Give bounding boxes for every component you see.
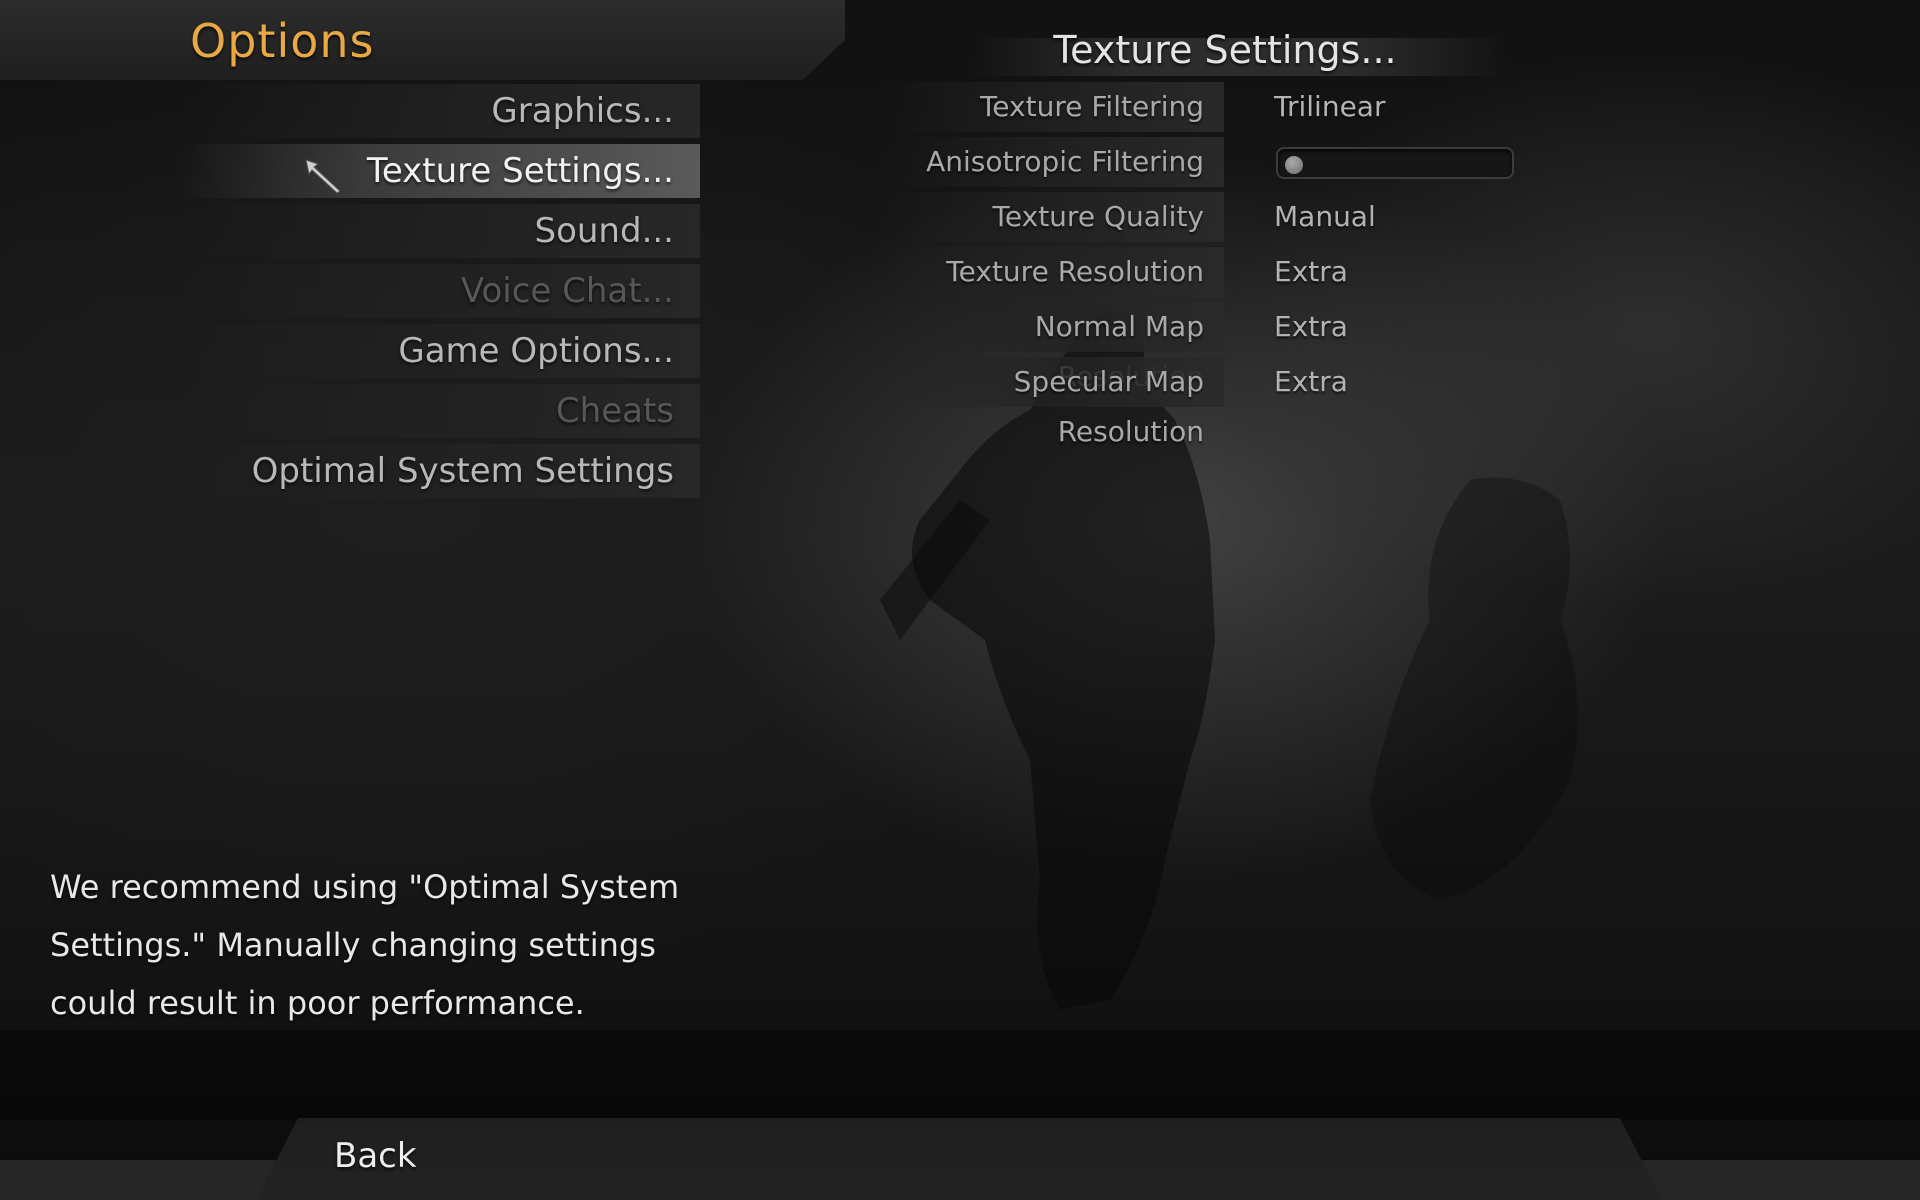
menu-item-texture-settings[interactable]: Texture Settings... <box>180 144 700 198</box>
footer-bar <box>256 1118 1662 1200</box>
setting-row-normal-map-resolution: Normal Map Resolution Extra <box>880 302 1780 393</box>
setting-row-specular-map-resolution: Specular Map Resolution Extra <box>880 357 1780 448</box>
setting-label: Normal Map Resolution <box>880 302 1224 393</box>
recommendation-text: We recommend using "Optimal System Setti… <box>50 858 680 1032</box>
texture-resolution-value[interactable]: Extra <box>1274 247 1348 297</box>
setting-label: Texture Resolution <box>880 247 1224 297</box>
menu-item-voice-chat: Voice Chat... <box>180 264 700 318</box>
menu-item-sound[interactable]: Sound... <box>180 204 700 258</box>
menu-item-game-options[interactable]: Game Options... <box>180 324 700 378</box>
menu-item-cheats: Cheats <box>180 384 700 438</box>
setting-label: Texture Quality <box>880 192 1224 242</box>
options-screen: Options Graphics... Texture Settings... … <box>0 0 1920 1200</box>
setting-label: Anisotropic Filtering <box>880 137 1224 187</box>
texture-quality-value[interactable]: Manual <box>1274 192 1376 242</box>
mouse-pointer-icon <box>305 159 341 194</box>
setting-row-texture-filtering: Texture Filtering Trilinear <box>880 82 1780 132</box>
recommendation-line: We recommend using "Optimal System <box>50 868 680 906</box>
anisotropic-filtering-slider[interactable] <box>1276 147 1514 179</box>
header-bar <box>0 0 845 80</box>
setting-row-texture-quality: Texture Quality Manual <box>880 192 1780 242</box>
back-button[interactable]: Back <box>334 1136 417 1176</box>
recommendation-line: Settings." Manually changing settings <box>50 926 656 964</box>
texture-filtering-value[interactable]: Trilinear <box>1274 82 1385 132</box>
setting-row-texture-resolution: Texture Resolution Extra <box>880 247 1780 297</box>
menu-item-label: Texture Settings... <box>366 151 674 191</box>
setting-label: Texture Filtering <box>880 82 1224 132</box>
panel-title: Texture Settings... <box>1053 28 1397 72</box>
slider-knob[interactable] <box>1285 156 1303 174</box>
menu-item-graphics[interactable]: Graphics... <box>180 84 700 138</box>
menu-item-optimal-system-settings[interactable]: Optimal System Settings <box>180 444 700 498</box>
page-title: Options <box>190 14 375 68</box>
recommendation-line: could result in poor performance. <box>50 984 585 1022</box>
setting-label: Specular Map Resolution <box>880 357 1224 448</box>
setting-row-anisotropic-filtering: Anisotropic Filtering <box>880 137 1780 187</box>
specular-map-resolution-value[interactable]: Extra <box>1274 357 1348 407</box>
normal-map-resolution-value[interactable]: Extra <box>1274 302 1348 352</box>
